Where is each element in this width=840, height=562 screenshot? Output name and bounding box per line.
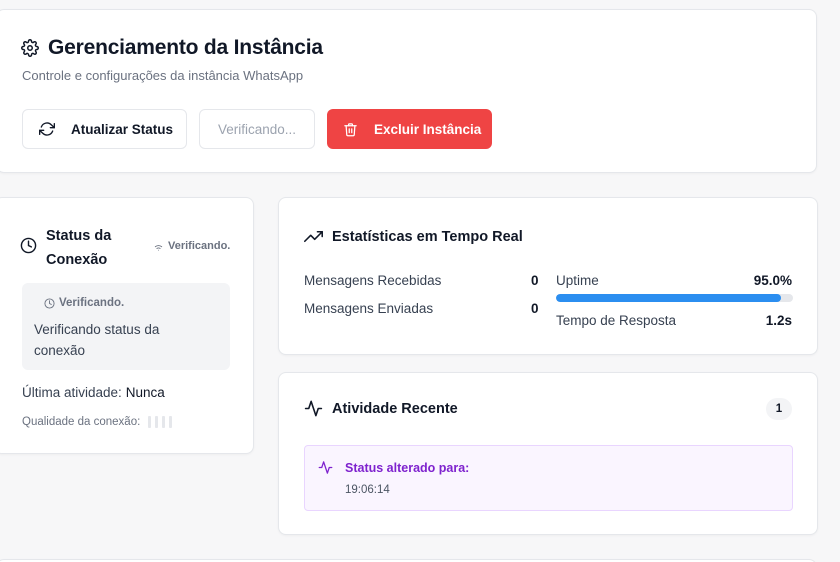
trending-up-icon — [304, 227, 323, 246]
signal-bar — [169, 416, 173, 428]
last-activity-value: Nunca — [125, 385, 165, 400]
delete-instance-button[interactable]: Excluir Instância — [327, 109, 492, 149]
stats-title: Estatísticas em Tempo Real — [304, 227, 523, 246]
activity-title-text: Atividade Recente — [332, 400, 458, 417]
trash-icon — [343, 122, 358, 137]
refresh-status-label: Atualizar Status — [71, 121, 174, 137]
refresh-icon — [39, 121, 55, 137]
received-label: Mensagens Recebidas — [304, 273, 442, 288]
signal-bars — [148, 416, 173, 428]
activity-icon — [318, 460, 333, 475]
uptime-label: Uptime — [556, 273, 599, 288]
activity-list-item: Status alterado para: 19:06:14 — [304, 445, 793, 511]
page-title: Gerenciamento da Instância — [21, 36, 323, 60]
response-label: Tempo de Resposta — [556, 313, 677, 328]
connection-title-text: Status da Conexão — [46, 228, 112, 268]
checking-button[interactable]: Verificando... — [199, 109, 315, 149]
received-value: 0 — [531, 273, 539, 288]
delete-instance-label: Excluir Instância — [374, 121, 482, 137]
activity-item-row: Status alterado para: — [318, 460, 469, 475]
signal-bar — [155, 416, 159, 428]
uptime-value: 95.0% — [753, 273, 792, 288]
recent-activity-card: Atividade Recente 1 Status alterado para… — [278, 372, 818, 535]
sent-label: Mensagens Enviadas — [304, 301, 434, 316]
connection-title: Status da Conexão — [20, 224, 116, 272]
signal-bar — [148, 416, 152, 428]
page-title-text: Gerenciamento da Instância — [48, 36, 323, 59]
status-badge: Verificando. — [153, 240, 230, 252]
status-message: Verificando status da conexão — [34, 322, 160, 358]
refresh-status-button[interactable]: Atualizar Status — [22, 109, 187, 149]
connection-quality-label: Qualidade da conexão: — [22, 416, 141, 428]
gear-icon — [21, 39, 39, 57]
uptime-progress-bar — [556, 294, 793, 302]
uptime-progress-fill — [556, 294, 782, 302]
page-subtitle: Controle e configurações da instância Wh… — [22, 68, 304, 83]
activity-icon — [304, 399, 323, 418]
activity-item-time: 19:06:14 — [345, 484, 390, 496]
activity-item-text: Status alterado para: — [345, 460, 470, 475]
activity-count-badge: 1 — [766, 398, 792, 420]
sent-value: 0 — [531, 301, 539, 316]
connection-status-box: Verificando. Verificando status da conex… — [22, 283, 230, 370]
activity-title: Atividade Recente — [304, 399, 458, 418]
instance-header-card: Gerenciamento da Instância Controle e co… — [0, 9, 817, 173]
status-box-head: Verificando. — [44, 297, 124, 309]
signal-bar — [162, 416, 166, 428]
status-box-head-text: Verificando. — [59, 297, 125, 309]
last-activity-label: Última atividade: — [22, 385, 122, 400]
status-badge-text: Verificando. — [168, 240, 231, 252]
realtime-stats-card: Estatísticas em Tempo Real Mensagens Rec… — [278, 197, 818, 355]
connection-status-card: Status da Conexão Verificando. Verifican… — [0, 197, 254, 454]
response-value: 1.2s — [765, 313, 792, 328]
clock-icon — [20, 237, 37, 272]
connection-quality: Qualidade da conexão: — [22, 416, 173, 428]
clock-icon — [44, 297, 55, 309]
wifi-icon — [153, 241, 164, 252]
stats-title-text: Estatísticas em Tempo Real — [332, 228, 523, 245]
last-activity: Última atividade: Nunca — [22, 385, 165, 400]
